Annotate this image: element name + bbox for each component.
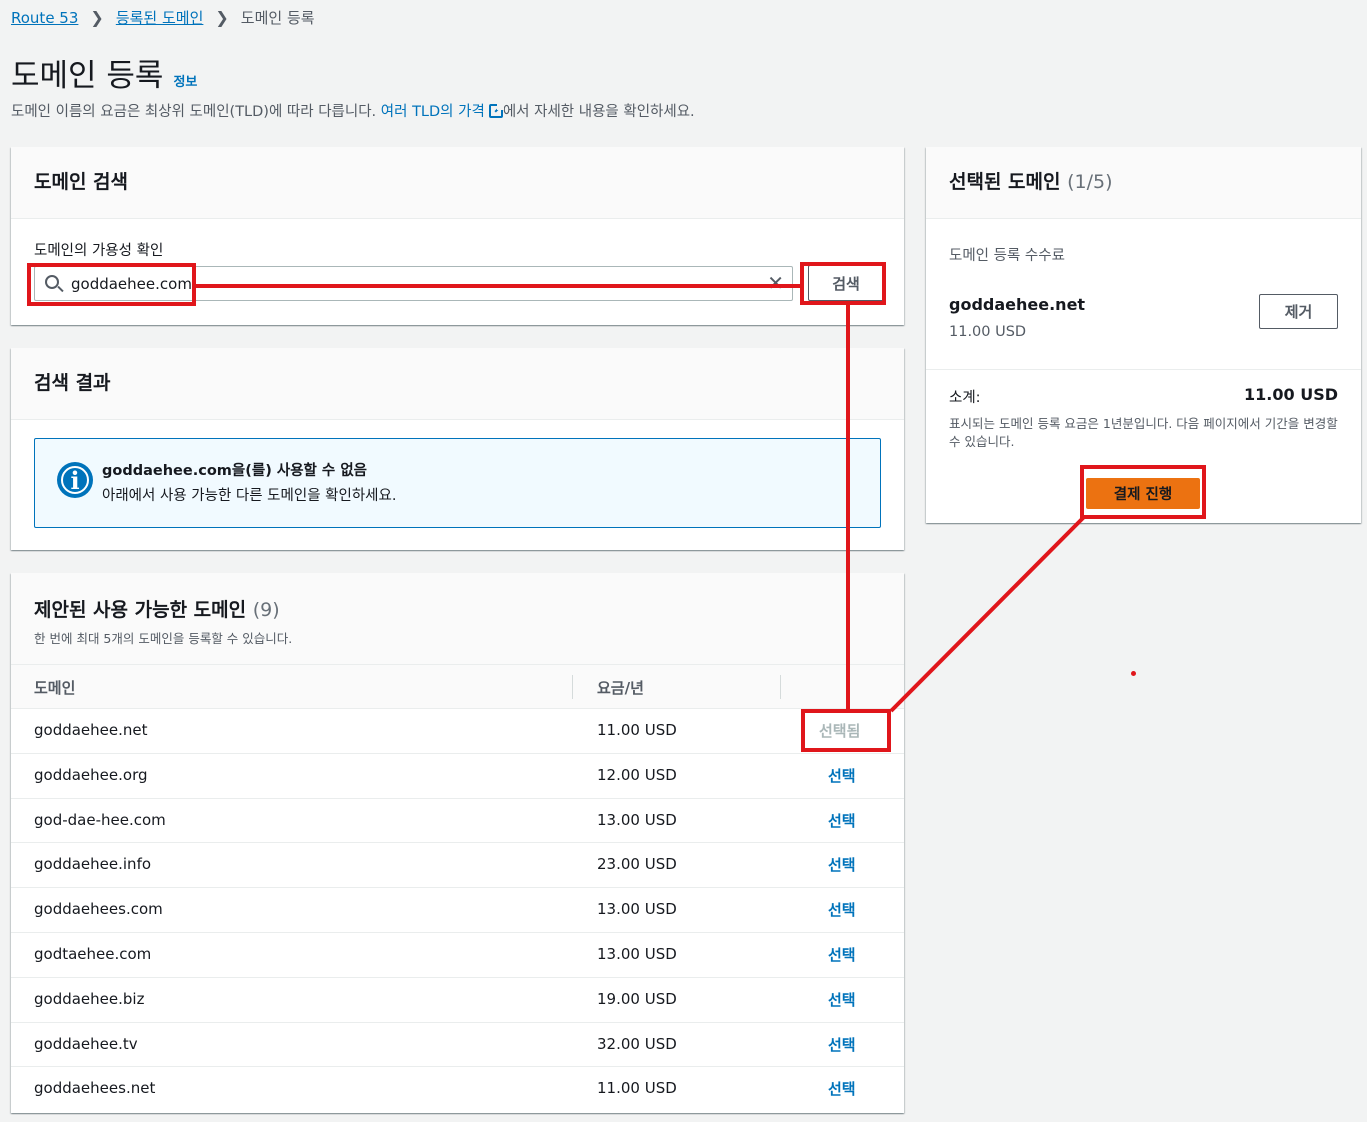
price-cell: 13.00 USD (597, 944, 677, 963)
domain-cell: goddaehees.net (34, 1079, 156, 1098)
selected-domain-name: goddaehee.net (949, 295, 1086, 314)
divider (926, 369, 1361, 370)
domain-search-panel: 도메인 검색 도메인의 가용성 확인 goddaehee.com ✕ 검색 (11, 147, 904, 325)
panel-title: 선택된 도메인 (1/5) (949, 167, 1338, 194)
search-button[interactable]: 검색 (808, 265, 884, 301)
selected-label: 선택됨 (819, 722, 861, 740)
domain-search-input[interactable]: goddaehee.com ✕ (34, 266, 793, 301)
domain-cell: goddaehee.biz (34, 989, 145, 1008)
breadcrumb-route53[interactable]: Route 53 (11, 9, 78, 27)
suggested-title: 제안된 사용 가능한 도메인 (34, 599, 247, 621)
search-icon (45, 275, 59, 289)
price-cell: 13.00 USD (597, 900, 677, 919)
domain-cell: goddaehees.com (34, 900, 163, 919)
tld-pricing-link[interactable]: 여러 TLD의 가격 (381, 104, 485, 120)
select-link[interactable]: 선택 (828, 854, 856, 875)
description-text: 도메인 이름의 요금은 최상위 도메인(TLD)에 따라 다릅니다. (11, 104, 381, 120)
proceed-to-checkout-button[interactable]: 결제 진행 (1086, 478, 1200, 509)
table-row: goddaehee.org 12.00 USD 선택 (11, 754, 904, 799)
subtotal-label: 소계: (949, 390, 981, 406)
pricing-note: 표시되는 도메인 등록 요금은 1년분입니다. 다음 페이지에서 기간을 변경할… (949, 416, 1338, 449)
search-input-value[interactable]: goddaehee.com (71, 275, 192, 293)
subtotal-value: 11.00 USD (1244, 385, 1338, 404)
table-row: goddaehees.net 11.00 USD 선택 (11, 1067, 904, 1112)
price-cell: 11.00 USD (597, 1079, 677, 1098)
alert-title: goddaehee.com을(를) 사용할 수 없음 (102, 463, 368, 479)
description-text-post: 에서 자세한 내용을 확인하세요. (502, 104, 695, 120)
page-title: 도메인 등록 (11, 58, 164, 94)
chevron-right-icon: ❯ (90, 8, 104, 27)
chevron-right-icon: ❯ (215, 8, 229, 27)
select-link[interactable]: 선택 (828, 765, 856, 786)
selected-title: 선택된 도메인 (949, 171, 1061, 193)
domain-cell: goddaehee.tv (34, 1034, 138, 1053)
table-row: goddaehee.info 23.00 USD 선택 (11, 843, 904, 889)
unavailable-alert: i goddaehee.com을(를) 사용할 수 없음 아래에서 사용 가능한… (34, 438, 881, 528)
column-divider (572, 675, 573, 699)
panel-header: 검색 결과 (11, 348, 904, 420)
price-cell: 12.00 USD (597, 765, 677, 784)
column-header-domain: 도메인 (34, 679, 76, 697)
price-cell: 11.00 USD (597, 721, 677, 739)
page-header: 도메인 등록 정보 (11, 50, 197, 95)
panel-title: 제안된 사용 가능한 도메인 (9) (34, 595, 881, 622)
price-cell: 23.00 USD (597, 855, 677, 874)
remove-button[interactable]: 제거 (1259, 294, 1338, 329)
search-results-panel: 검색 결과 i goddaehee.com을(를) 사용할 수 없음 아래에서 … (11, 348, 904, 550)
price-cell: 32.00 USD (597, 1034, 677, 1053)
field-label: 도메인의 가용성 확인 (34, 243, 164, 259)
select-link[interactable]: 선택 (828, 1078, 856, 1099)
external-link-icon[interactable] (488, 103, 504, 118)
domain-cell: god-dae-hee.com (34, 810, 166, 829)
suggested-subtitle: 한 번에 최대 5개의 도메인을 등록할 수 있습니다. (34, 631, 293, 646)
breadcrumb-registered-domains[interactable]: 등록된 도메인 (116, 7, 204, 28)
select-link[interactable]: 선택 (828, 944, 856, 965)
column-divider (780, 675, 781, 699)
breadcrumb-current: 도메인 등록 (240, 9, 315, 27)
suggested-count: (9) (252, 599, 280, 621)
table-row: goddaehee.biz 19.00 USD 선택 (11, 978, 904, 1023)
domain-cell: godtaehee.com (34, 944, 152, 963)
breadcrumb: Route 53 ❯ 등록된 도메인 ❯ 도메인 등록 (11, 7, 315, 28)
table-header: 도메인 요금/년 (11, 665, 904, 709)
panel-title: 검색 결과 (34, 372, 111, 394)
panel-title: 도메인 검색 (34, 171, 129, 193)
price-cell: 13.00 USD (597, 810, 677, 829)
price-cell: 19.00 USD (597, 989, 677, 1008)
table-row: godtaehee.com 13.00 USD 선택 (11, 933, 904, 978)
table-row: goddaehees.com 13.00 USD 선택 (11, 888, 904, 933)
selected-domains-panel: 선택된 도메인 (1/5) 도메인 등록 수수료 goddaehee.net 1… (926, 147, 1361, 523)
domain-cell: goddaehee.org (34, 765, 148, 784)
annotation-line (889, 515, 1086, 713)
page-description: 도메인 이름의 요금은 최상위 도메인(TLD)에 따라 다릅니다. 여러 TL… (11, 100, 695, 121)
suggested-domains-panel: 제안된 사용 가능한 도메인 (9) 한 번에 최대 5개의 도메인을 등록할 … (11, 573, 904, 1113)
column-header-price: 요금/년 (597, 679, 644, 697)
selected-count: (1/5) (1067, 171, 1113, 193)
panel-header: 선택된 도메인 (1/5) (926, 147, 1361, 219)
clear-icon[interactable]: ✕ (767, 272, 784, 294)
alert-message: 아래에서 사용 가능한 다른 도메인을 확인하세요. (102, 488, 397, 504)
domain-cell: goddaehee.info (34, 855, 152, 874)
table-row: goddaehee.tv 32.00 USD 선택 (11, 1023, 904, 1068)
table-row: goddaehee.net 11.00 USD 선택됨 (11, 709, 904, 754)
select-link[interactable]: 선택 (828, 810, 856, 831)
table-row: god-dae-hee.com 13.00 USD 선택 (11, 799, 904, 844)
panel-header: 제안된 사용 가능한 도메인 (9) 한 번에 최대 5개의 도메인을 등록할 … (11, 573, 904, 665)
select-link[interactable]: 선택 (828, 989, 856, 1010)
selected-domain-price: 11.00 USD (949, 324, 1027, 340)
panel-header: 도메인 검색 (11, 147, 904, 219)
info-link[interactable]: 정보 (173, 71, 197, 90)
info-icon: i (57, 462, 93, 498)
select-link[interactable]: 선택 (828, 1034, 856, 1055)
select-link[interactable]: 선택 (828, 899, 856, 920)
annotation-dot (1131, 671, 1136, 676)
table-body: goddaehee.net 11.00 USD 선택됨 goddaehee.org 12… (11, 709, 904, 1112)
fee-label: 도메인 등록 수수료 (949, 248, 1065, 264)
domain-cell: goddaehee.net (34, 721, 148, 739)
